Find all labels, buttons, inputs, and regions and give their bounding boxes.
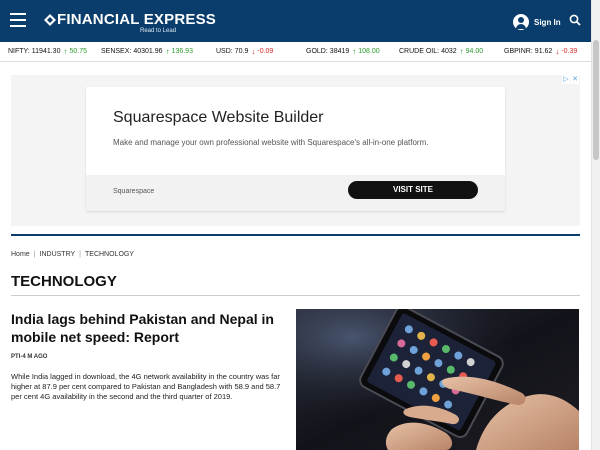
ticker-item-gbpinr[interactable]: GBPINR: 91.62 ↓ -0.39: [504, 47, 577, 56]
arrow-down-icon: ↓: [555, 47, 560, 56]
ad-footer: Squarespace VISIT SITE: [86, 175, 505, 211]
ticker-change: 50.75: [69, 48, 87, 55]
breadcrumb-separator: |: [79, 251, 81, 258]
page-title: TECHNOLOGY: [11, 273, 117, 290]
article-byline: PTI-4 M AGO: [11, 354, 48, 360]
article-headline[interactable]: India lags behind Pakistan and Nepal in …: [11, 310, 291, 346]
ticker-change: 136.93: [171, 48, 193, 55]
vertical-scrollbar[interactable]: [591, 0, 600, 450]
arrow-up-icon: ↑: [165, 47, 170, 56]
market-ticker: NIFTY: 11941.30 ↑ 50.75 SENSEX: 40301.96 ↑ 136…: [0, 42, 591, 62]
ticker-item-sensex[interactable]: SENSEX: 40301.96 ↑ 136.93: [101, 47, 193, 56]
arrow-down-icon: ↓: [251, 47, 256, 56]
ticker-value: 4032: [441, 48, 457, 55]
article-image[interactable]: [296, 309, 579, 450]
breadcrumb: Home | INDUSTRY | TECHNOLOGY: [11, 251, 134, 258]
ticker-value: 38419: [329, 48, 350, 55]
ad-choices[interactable]: ▷ ✕: [562, 75, 580, 84]
advertisement: ▷ ✕ Squarespace Website Builder Make and…: [11, 75, 580, 226]
breadcrumb-industry[interactable]: INDUSTRY: [40, 251, 76, 258]
logo-tagline: Read to Lead: [140, 28, 177, 34]
ticker-value: 70.9: [234, 48, 249, 55]
section-divider: [11, 234, 580, 236]
ticker-change: -0.39: [561, 48, 578, 55]
ticker-item-usd[interactable]: USD: 70.9 ↓ -0.09: [216, 47, 273, 56]
ticker-label: CRUDE OIL:: [399, 48, 440, 55]
ad-info-icon[interactable]: ▷: [562, 75, 570, 84]
ad-close-icon[interactable]: ✕: [571, 75, 579, 84]
ad-card[interactable]: Squarespace Website Builder Make and man…: [86, 87, 505, 211]
user-icon: [513, 14, 529, 30]
title-rule: [11, 295, 580, 296]
breadcrumb-technology[interactable]: TECHNOLOGY: [85, 251, 134, 258]
ticker-value: 11941.30: [31, 48, 61, 55]
ad-description: Make and manage your own professional we…: [113, 138, 429, 147]
site-header: FINANCIAL EXPRESS Read to Lead Sign In: [0, 0, 591, 42]
ticker-item-gold[interactable]: GOLD: 38419 ↑ 108.00: [306, 47, 380, 56]
ad-brand: Squarespace: [113, 188, 155, 195]
ticker-label: GBPINR:: [504, 48, 533, 55]
ticker-change: 94.00: [465, 48, 484, 55]
ticker-item-nifty[interactable]: NIFTY: 11941.30 ↑ 50.75: [8, 47, 87, 56]
article-summary: While India lagged in download, the 4G n…: [11, 372, 281, 401]
ticker-label: SENSEX:: [101, 48, 132, 55]
logo-text: FINANCIAL EXPRESS: [57, 11, 216, 28]
ticker-label: NIFTY:: [8, 48, 30, 55]
arrow-up-icon: ↑: [352, 47, 357, 56]
ticker-change: 108.00: [358, 48, 380, 55]
phone-in-hand-photo: [296, 309, 579, 450]
logo-mark-icon: [44, 14, 56, 26]
breadcrumb-separator: |: [33, 251, 36, 258]
menu-icon[interactable]: [10, 13, 26, 27]
sign-in-button[interactable]: Sign In: [513, 14, 561, 30]
ticker-label: GOLD:: [306, 48, 328, 55]
scrollbar-thumb[interactable]: [593, 40, 599, 160]
visit-site-button[interactable]: VISIT SITE: [348, 181, 478, 199]
ad-title[interactable]: Squarespace Website Builder: [113, 109, 324, 127]
breadcrumb-home[interactable]: Home: [11, 251, 30, 258]
ticker-item-crude-oil[interactable]: CRUDE OIL: 4032 ↑ 94.00: [399, 47, 483, 56]
ticker-change: -0.09: [257, 48, 274, 55]
arrow-up-icon: ↑: [459, 47, 464, 56]
sign-in-label: Sign In: [534, 17, 561, 27]
search-icon[interactable]: [569, 14, 581, 26]
page: FINANCIAL EXPRESS Read to Lead Sign In N…: [0, 0, 600, 450]
arrow-up-icon: ↑: [63, 47, 68, 56]
ticker-label: USD:: [216, 48, 233, 55]
ticker-value: 91.62: [534, 48, 553, 55]
ticker-value: 40301.96: [133, 48, 163, 55]
